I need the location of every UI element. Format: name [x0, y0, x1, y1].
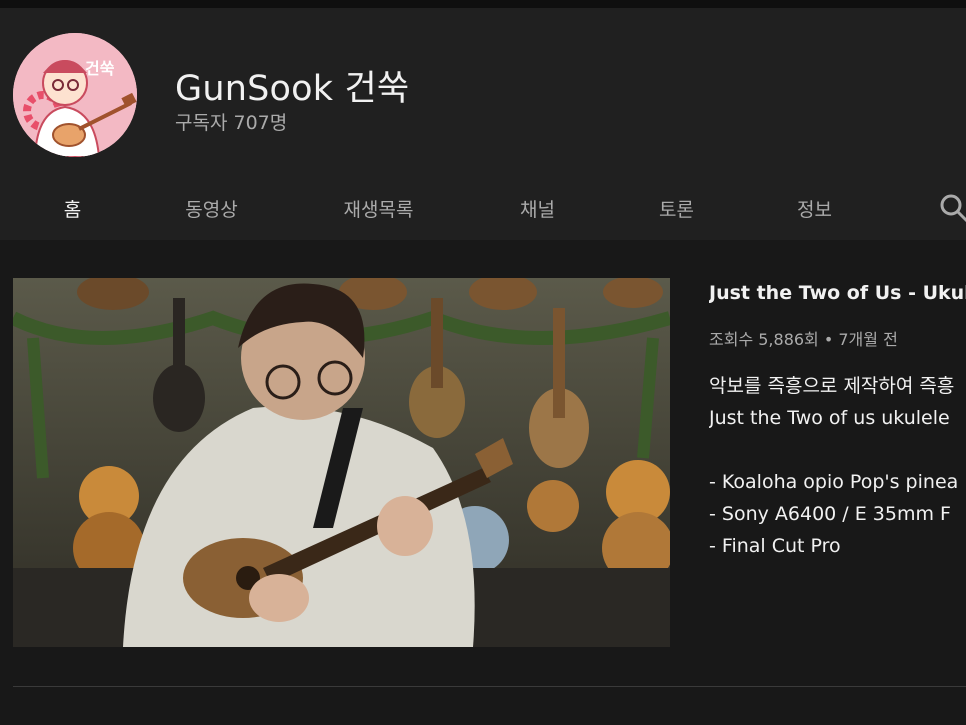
- video-frame-image: [13, 278, 670, 647]
- tab-channels[interactable]: 채널: [478, 168, 597, 248]
- featured-video-info: Just the Two of Us - Ukule 조회수 5,886회 • …: [709, 278, 966, 562]
- avatar-text: 건쑥: [85, 59, 115, 78]
- video-title[interactable]: Just the Two of Us - Ukule: [709, 282, 966, 304]
- channel-name: GunSook 건쑥: [175, 69, 410, 109]
- tab-playlists[interactable]: 재생목록: [319, 168, 438, 248]
- channel-tabs: 홈 동영상 재생목록 채널 토론 정보: [13, 168, 966, 248]
- description-line: [709, 434, 966, 466]
- video-description: 악보를 즉흥으로 제작하여 즉흥 Just the Two of us ukul…: [709, 370, 966, 562]
- description-line: - Koaloha opio Pop's pinea: [709, 471, 959, 493]
- top-bar: [0, 0, 966, 8]
- tab-about[interactable]: 정보: [755, 168, 874, 248]
- description-line: Just the Two of us ukulele: [709, 407, 950, 429]
- featured-section: Just the Two of Us - Ukule 조회수 5,886회 • …: [0, 240, 966, 725]
- avatar-illustration: [13, 33, 137, 157]
- subscriber-count: 구독자 707명: [175, 112, 288, 134]
- tab-discussion[interactable]: 토론: [617, 168, 736, 248]
- description-line: 악보를 즉흥으로 제작하여 즉흥: [709, 375, 955, 397]
- description-line: - Sony A6400 / E 35mm F: [709, 503, 951, 525]
- description-line: - Final Cut Pro: [709, 535, 841, 557]
- channel-header: 건쑥 GunSook 건쑥 구독자 707명 홈 동영상 재생목록 채널 토론 …: [0, 8, 966, 246]
- video-meta: 조회수 5,886회 • 7개월 전: [709, 330, 898, 349]
- tab-home[interactable]: 홈: [13, 168, 132, 248]
- featured-video-player[interactable]: [13, 278, 670, 647]
- search-icon[interactable]: [938, 192, 966, 226]
- section-divider: [13, 686, 966, 687]
- channel-avatar[interactable]: 건쑥: [13, 33, 137, 157]
- tab-videos[interactable]: 동영상: [152, 168, 271, 248]
